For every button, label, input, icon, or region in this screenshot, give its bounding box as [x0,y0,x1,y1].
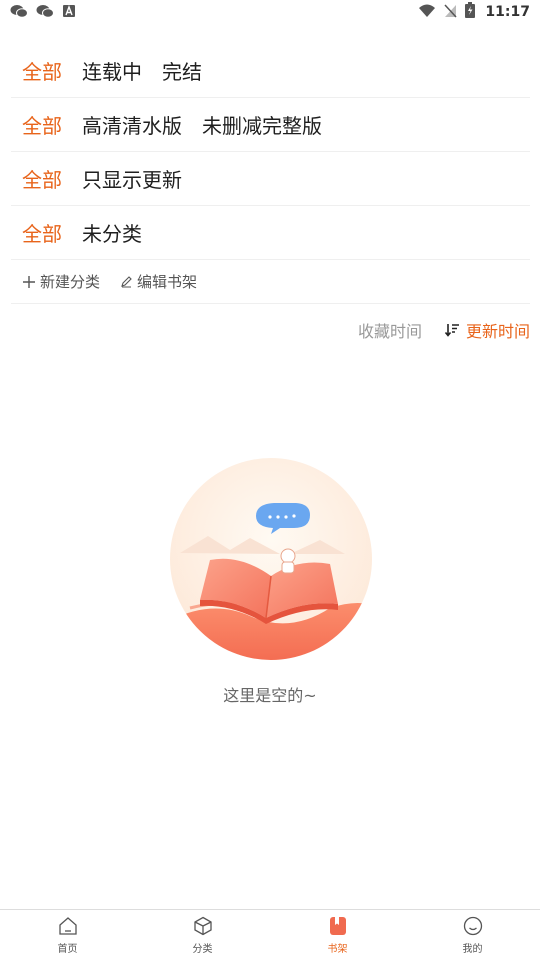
sort-bar: 收藏时间 更新时间 [358,318,530,342]
home-icon [57,915,79,937]
nav-profile[interactable]: 我的 [405,910,540,960]
filter-all-option[interactable]: 全部 [22,110,62,139]
pencil-icon [120,275,133,288]
filter-option-updated-only[interactable]: 只显示更新 [82,164,182,193]
sort-by-collected-time[interactable]: 收藏时间 [358,318,422,342]
nav-category[interactable]: 分类 [135,910,270,960]
status-bar: 11:17 [0,0,540,24]
clock: 11:17 [485,4,530,20]
sort-descending-icon [444,322,460,338]
nav-bookshelf-label: 书架 [327,944,348,955]
nav-bookshelf[interactable]: 书架 [270,910,405,960]
filter-row-category: 全部 未分类 [11,206,530,260]
empty-state-message: 这里是空的~ [223,686,317,705]
sort-updated-label: 更新时间 [465,322,530,341]
battery-charging-icon [465,2,476,22]
filter-all-option[interactable]: 全部 [22,164,62,193]
filter-row-status: 全部 连载中 完结 [11,44,530,98]
app-notification-icon [62,3,76,22]
empty-illustration [170,458,372,660]
wechat-icon [10,3,28,22]
profile-icon [462,915,484,937]
wechat-icon [36,3,54,22]
bookshelf-icon [327,915,349,937]
edit-shelf-button[interactable]: 编辑书架 [120,271,197,292]
filter-option-serializing[interactable]: 连载中 [82,56,142,85]
shelf-actions: 新建分类 编辑书架 [11,260,530,304]
new-category-button[interactable]: 新建分类 [22,271,100,292]
new-category-label: 新建分类 [40,273,101,291]
sort-by-updated-time[interactable]: 更新时间 [444,318,530,342]
filter-option-completed[interactable]: 完结 [162,56,202,85]
wifi-icon [418,3,436,22]
filter-all-option[interactable]: 全部 [22,56,62,85]
nav-home[interactable]: 首页 [0,910,135,960]
nav-category-label: 分类 [192,944,213,955]
filter-row-update: 全部 只显示更新 [11,152,530,206]
filter-row-version: 全部 高清清水版 未删减完整版 [11,98,530,152]
category-icon [192,915,214,937]
filter-all-option[interactable]: 全部 [22,218,62,247]
status-bar-right: 11:17 [418,2,530,22]
bottom-nav: 首页 分类 书架 我的 [0,909,540,960]
plus-icon [22,275,36,289]
no-sim-icon [444,3,457,22]
filter-option-hd-clean[interactable]: 高清清水版 [82,110,182,139]
filter-panel: 全部 连载中 完结 全部 高清清水版 未删减完整版 全部 只显示更新 全部 未分… [11,44,530,304]
filter-option-uncategorized[interactable]: 未分类 [82,218,142,247]
nav-home-label: 首页 [57,944,78,955]
status-bar-left [10,3,76,22]
nav-profile-label: 我的 [462,944,483,955]
edit-shelf-label: 编辑书架 [137,273,198,291]
filter-option-uncut[interactable]: 未删减完整版 [202,110,322,139]
